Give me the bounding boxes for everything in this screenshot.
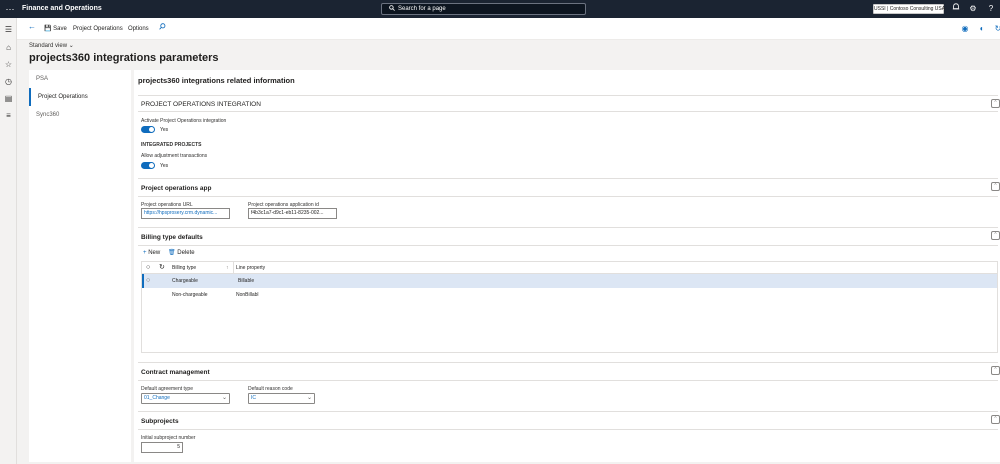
billing-type-cell[interactable]: Chargeable (172, 275, 198, 287)
activate-integration-toggle[interactable] (141, 126, 155, 133)
divider (138, 178, 998, 179)
action-pane: ← 💾 Save Project Operations Options ◉ ◐ … (17, 18, 1000, 40)
agreement-type-label: Default agreement type (141, 386, 193, 392)
collapse-chevron-icon[interactable]: ⌃ (991, 99, 1000, 108)
select-all-radio-icon[interactable]: ○ (146, 262, 150, 274)
app-name[interactable]: Finance and Operations (22, 4, 102, 14)
left-navigation-rail: ☰ ⌂ ☆ ◷ ▤ ≡ (0, 18, 17, 464)
column-header-billing-type[interactable]: Billing type (172, 262, 196, 274)
company-picker[interactable]: USSI | Contoso Consulting USA (873, 4, 945, 14)
settings-gear-icon[interactable]: ⚙ (967, 3, 979, 15)
refresh-icon[interactable]: ↻ (993, 24, 1000, 34)
search-placeholder: Search for a page (398, 6, 446, 12)
reason-code-select[interactable]: IC ⌄ (248, 393, 315, 404)
activate-integration-label: Activate Project Operations integration (141, 118, 227, 124)
agreement-type-value: 01_Change (144, 395, 170, 401)
column-divider (233, 262, 234, 274)
section-header-contract[interactable]: Contract management (141, 369, 210, 376)
grid-refresh-icon[interactable]: ↻ (159, 262, 165, 274)
divider (138, 95, 998, 96)
chevron-down-icon: ⌄ (221, 395, 227, 401)
grid-header-row: ○ ↻ Billing type ↑ Line property (142, 262, 997, 274)
po-url-field[interactable]: https://hpsprosery.crm.dynamic... (141, 208, 230, 219)
back-arrow-icon[interactable]: ← (28, 23, 36, 31)
allow-adjustment-toggle[interactable] (141, 162, 155, 169)
divider (138, 196, 998, 197)
line-property-cell[interactable]: NonBillabl (236, 289, 259, 301)
collapse-chevron-icon[interactable]: ⌃ (991, 366, 1000, 375)
view-selector[interactable]: Standard view ⌄ (29, 42, 74, 49)
top-app-bar: ⋯ Finance and Operations Search for a pa… (0, 0, 1000, 18)
new-button[interactable]: + New (143, 249, 160, 257)
row-select-radio-icon[interactable]: ○ (146, 275, 150, 287)
page-title: projects360 integrations parameters (29, 52, 219, 64)
tab-psa[interactable]: PSA (29, 70, 131, 88)
initial-subproject-label: Initial subproject number (141, 435, 196, 441)
project-operations-menu[interactable]: Project Operations (73, 25, 123, 33)
section-header-billing[interactable]: Billing type defaults (141, 234, 203, 241)
sort-arrow-icon[interactable]: ↑ (226, 262, 229, 274)
content-heading: projects360 integrations related informa… (138, 76, 295, 85)
divider (138, 362, 998, 363)
collapse-chevron-icon[interactable]: ⌃ (991, 182, 1000, 191)
save-icon: 💾 (44, 26, 52, 32)
search-box[interactable]: Search for a page (381, 3, 586, 15)
line-property-cell[interactable]: Billable (238, 275, 254, 287)
divider (138, 245, 998, 246)
search-icon (389, 5, 395, 12)
notifications-icon[interactable] (950, 3, 962, 15)
section-header-po-app[interactable]: Project operations app (141, 185, 211, 192)
reason-code-label: Default reason code (248, 386, 293, 392)
section-header-pom-integration[interactable]: PROJECT OPERATIONS INTEGRATION (141, 101, 261, 108)
attach-icon[interactable]: ◉ (960, 24, 970, 34)
collapse-chevron-icon[interactable]: ⌃ (991, 231, 1000, 240)
hamburger-menu-icon[interactable]: ☰ (3, 24, 14, 35)
new-label: New (148, 250, 161, 256)
delete-label: Delete (177, 250, 195, 256)
favorites-star-icon[interactable]: ☆ (3, 59, 14, 70)
options-menu[interactable]: Options (128, 25, 149, 33)
table-row[interactable]: Non-chargeable NonBillabl (142, 288, 997, 302)
table-row[interactable]: ○ Chargeable Billable (142, 274, 997, 288)
workspaces-icon[interactable]: ▤ (3, 93, 14, 104)
recent-clock-icon[interactable]: ◷ (3, 76, 14, 87)
modules-list-icon[interactable]: ≡ (3, 110, 14, 121)
divider (138, 380, 998, 381)
plus-icon: + (143, 250, 147, 256)
allow-adjustment-label: Allow adjustment transactions (141, 153, 208, 159)
office-icon[interactable]: ◐ (977, 24, 987, 34)
tab-project-operations[interactable]: Project Operations (29, 88, 131, 106)
section-header-subprojects[interactable]: Subprojects (141, 418, 179, 425)
delete-button[interactable]: 🗑 Delete (168, 249, 195, 257)
home-icon[interactable]: ⌂ (3, 42, 14, 53)
po-app-id-field[interactable]: f4b3c1a7-d9c1-eb11-8235-002... (248, 208, 337, 219)
divider (138, 411, 998, 412)
agreement-type-select[interactable]: 01_Change ⌄ (141, 393, 230, 404)
view-name: Standard view (29, 43, 68, 49)
save-label: Save (53, 26, 67, 32)
trash-icon: 🗑 (168, 250, 176, 256)
divider (138, 429, 998, 430)
command-search-icon[interactable] (159, 23, 166, 33)
app-launcher-icon[interactable]: ⋯ (5, 4, 15, 14)
integrated-projects-label: INTEGRATED PROJECTS (141, 142, 202, 148)
reason-code-value: IC (251, 395, 256, 401)
allow-adjustment-value: Yes (160, 163, 169, 169)
activate-integration-value: Yes (160, 127, 169, 133)
billing-type-grid: ○ ↻ Billing type ↑ Line property ○ Charg… (141, 261, 998, 353)
save-button[interactable]: 💾 Save (44, 25, 67, 33)
divider (138, 111, 998, 112)
chevron-down-icon: ⌄ (306, 395, 312, 401)
tab-sync360[interactable]: Sync360 (29, 106, 131, 124)
vertical-tabs: PSA Project Operations Sync360 (29, 70, 131, 462)
help-icon[interactable]: ? (985, 3, 997, 15)
column-header-line-property[interactable]: Line property (236, 262, 265, 274)
billing-type-cell[interactable]: Non-chargeable (172, 289, 208, 301)
divider (138, 227, 998, 228)
collapse-chevron-icon[interactable]: ⌃ (991, 415, 1000, 424)
initial-subproject-field[interactable]: 5 (141, 442, 183, 453)
chevron-down-icon: ⌄ (68, 43, 74, 49)
